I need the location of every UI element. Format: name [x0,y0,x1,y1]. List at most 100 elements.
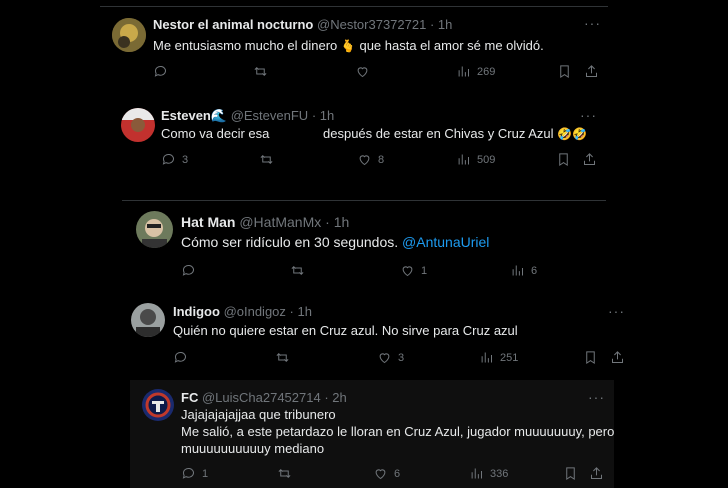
views-button[interactable]: 509 [456,152,495,167]
action-bar: 1 6 336 [181,466,606,484]
separator-dot: · [429,17,435,32]
bookmark-button[interactable] [557,64,572,79]
retweet-icon [291,266,304,275]
avatar-image [142,389,174,421]
bookmark-icon [566,467,575,481]
like-button[interactable]: 6 [373,466,400,481]
divider [122,200,606,201]
user-handle[interactable]: @HatManMx [239,214,321,230]
retweet-icon [276,353,289,362]
reply-icon [182,265,194,276]
share-icon [591,467,602,479]
timestamp[interactable]: 1h [334,214,350,230]
mention-link[interactable]: @AntunaUriel [402,234,489,250]
display-name[interactable]: Esteven🌊 [161,108,227,123]
retweet-button[interactable] [259,152,280,167]
user-handle[interactable]: @oIndigoz [224,304,286,319]
views-button[interactable]: 6 [510,263,537,278]
views-button[interactable]: 269 [456,64,495,79]
like-count: 6 [394,467,401,480]
avatar[interactable] [131,303,165,337]
share-button[interactable] [610,350,625,365]
views-icon [458,154,469,165]
reply-button[interactable] [173,350,194,365]
avatar[interactable] [112,18,146,52]
post-text: Me entusiasmo mucho el dinero 🫰 que hast… [153,37,544,55]
post-3[interactable]: Hat Man @HatManMx · 1h Cómo ser ridículo… [0,205,728,290]
display-name[interactable]: FC [181,390,198,405]
display-name[interactable]: Indigoo [173,304,220,319]
post-text: Cómo ser ridículo en 30 segundos. @Antun… [181,234,489,251]
retweet-button[interactable] [253,64,274,79]
post-text-line: Me salió, a este petardazo le lloran en … [181,424,615,439]
reply-button[interactable] [181,263,202,278]
post-text-part: que hasta el amor sé me olvidó. [359,38,544,53]
timestamp[interactable]: 1h [438,17,452,32]
avatar[interactable] [136,211,173,248]
avatar-image [112,18,146,52]
avatar[interactable] [142,389,174,421]
heart-icon [375,469,386,480]
post-text-part: después de estar en Chivas y Cruz Azul [323,126,554,141]
retweet-button[interactable] [277,466,298,481]
share-button[interactable] [582,152,597,167]
like-button[interactable]: 8 [357,152,384,167]
avatar-image [136,211,173,248]
reply-button[interactable]: 1 [181,466,208,481]
reply-count: 1 [202,467,209,480]
views-count: 251 [500,351,519,364]
post-header: FC @LuisCha27452714 · 2h [181,390,347,406]
retweet-button[interactable] [290,263,311,278]
post-text-part: Me entusiasmo mucho el dinero [153,38,338,53]
user-handle[interactable]: @Nestor37372721 [317,17,426,32]
post-2[interactable]: Esteven🌊 @EstevenFU · 1h ··· Como va dec… [0,100,728,180]
reply-count: 3 [182,153,189,166]
post-5[interactable]: FC @LuisCha27452714 · 2h ··· Jajajajajaj… [0,384,728,488]
heart-icon [357,67,368,78]
retweet-icon [278,469,291,478]
retweet-button[interactable] [275,350,296,365]
timestamp[interactable]: 2h [332,390,346,405]
action-bar: 269 [153,64,603,82]
like-count: 3 [398,351,405,364]
heart-icon [379,353,390,364]
more-options-icon[interactable]: ··· [584,16,601,30]
views-icon [458,66,469,77]
post-1[interactable]: Nestor el animal nocturno @Nestor3737272… [0,0,728,95]
timestamp[interactable]: 1h [320,108,334,123]
display-name[interactable]: Nestor el animal nocturno [153,17,313,32]
bookmark-button[interactable] [563,466,578,481]
post-4[interactable]: Indigoo @oIndigoz · 1h ··· Quién no quie… [0,296,728,376]
bookmark-icon [559,153,568,167]
like-button[interactable]: 3 [377,350,404,365]
reply-icon [174,352,186,363]
share-button[interactable] [584,64,599,79]
share-icon [586,65,597,77]
avatar[interactable] [121,108,155,142]
post-header: Nestor el animal nocturno @Nestor3737272… [153,17,452,33]
views-button[interactable]: 336 [469,466,508,481]
more-options-icon[interactable]: ··· [580,108,597,122]
views-count: 6 [531,264,538,277]
views-count: 509 [477,153,496,166]
separator-dot: · [289,304,294,319]
reply-icon [154,66,166,77]
timestamp[interactable]: 1h [298,304,312,319]
more-options-icon[interactable]: ··· [588,390,605,404]
like-count: 8 [378,153,385,166]
reply-button[interactable]: 3 [161,152,188,167]
reply-button[interactable] [153,64,174,79]
share-button[interactable] [589,466,604,481]
heart-icon [359,155,370,166]
like-button[interactable]: 1 [400,263,427,278]
user-handle[interactable]: @EstevenFU [231,108,309,123]
display-name[interactable]: Hat Man [181,214,235,230]
bookmark-button[interactable] [583,350,598,365]
post-header: Indigoo @oIndigoz · 1h [173,304,312,320]
user-handle[interactable]: @LuisCha27452714 [202,390,321,405]
like-button[interactable] [355,64,376,79]
bookmark-button[interactable] [556,152,571,167]
views-button[interactable]: 251 [479,350,518,365]
avatar-image [131,303,165,337]
more-options-icon[interactable]: ··· [608,304,625,318]
